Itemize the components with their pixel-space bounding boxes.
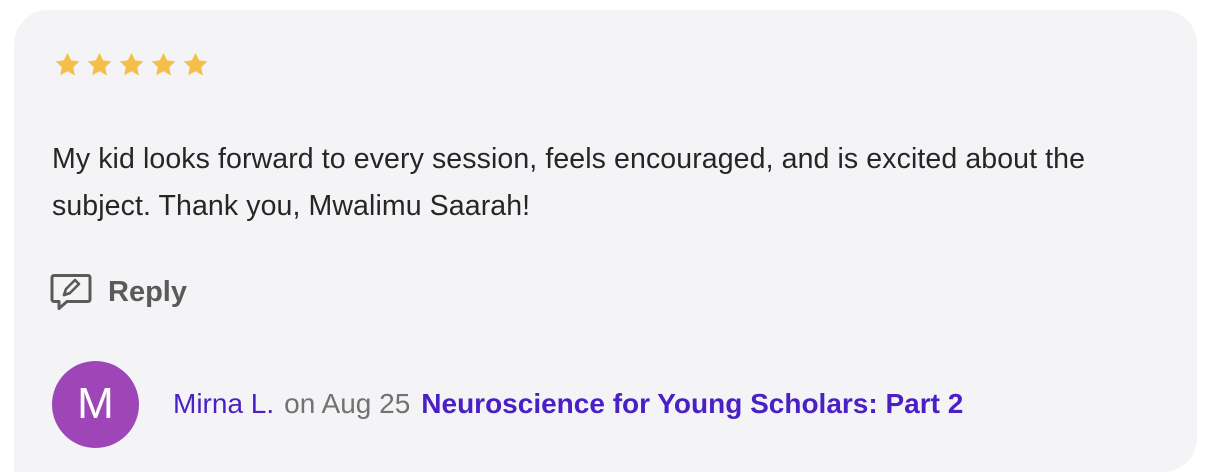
review-date: on Aug 25 [284, 388, 411, 419]
star-icon [116, 50, 147, 80]
star-icon [84, 50, 115, 80]
star-icon [52, 50, 83, 80]
reply-button[interactable]: Reply [50, 272, 187, 312]
review-text: My kid looks forward to every session, f… [52, 143, 1086, 222]
comment-edit-icon [50, 272, 92, 312]
author-row: M Mirna L. on Aug 25 Neuroscience for Yo… [52, 360, 963, 448]
author-name-link[interactable]: Mirna L. [173, 388, 274, 420]
avatar: M [52, 360, 139, 448]
star-icon [180, 50, 211, 80]
review-card: My kid looks forward to every session, f… [14, 10, 1197, 472]
review-meta: Mirna L. on Aug 25 Neuroscience for Youn… [173, 388, 963, 420]
class-title-link[interactable]: Neuroscience for Young Scholars: Part 2 [421, 388, 963, 420]
reply-label: Reply [108, 275, 187, 308]
star-icon [148, 50, 179, 80]
star-rating [52, 50, 211, 80]
